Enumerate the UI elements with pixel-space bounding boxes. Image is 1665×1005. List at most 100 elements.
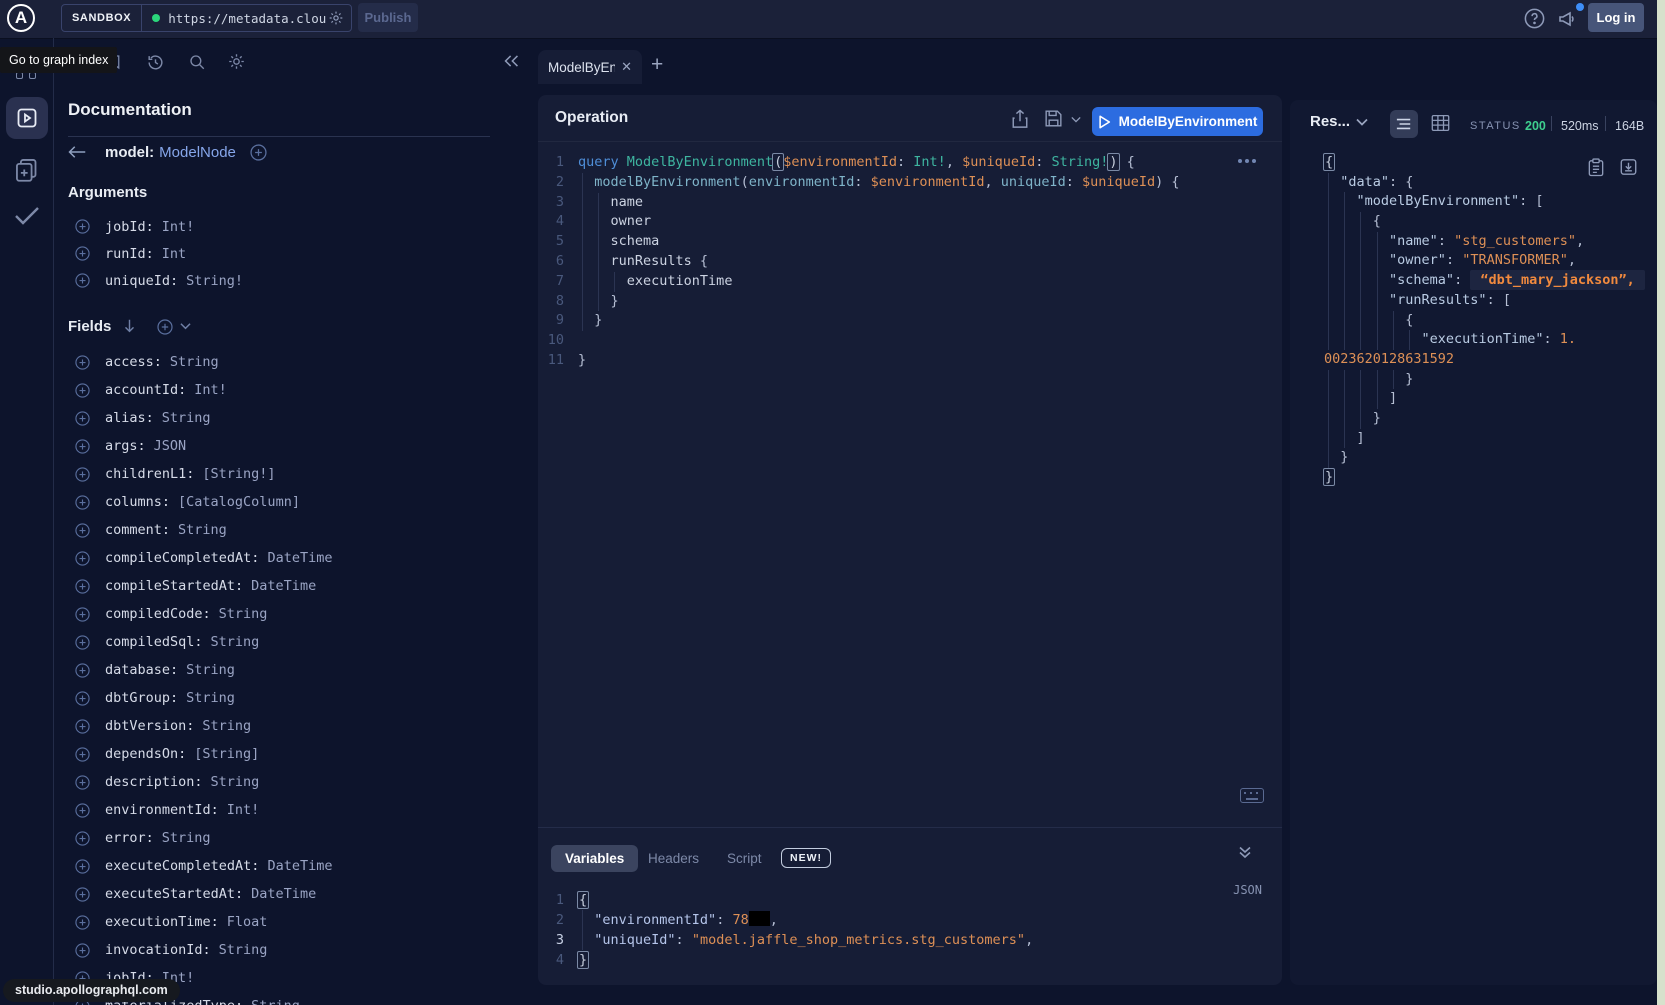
- code-line[interactable]: 1query ModelByEnvironment($environmentId…: [538, 153, 1180, 173]
- settings-gear-icon[interactable]: [227, 52, 246, 71]
- doc-field-row[interactable]: accountId:Int!: [54, 376, 524, 404]
- keyboard-shortcuts-icon[interactable]: [1240, 788, 1264, 803]
- tab-variables[interactable]: Variables: [551, 845, 638, 872]
- login-button[interactable]: Log in: [1588, 3, 1644, 32]
- add-field-icon[interactable]: [75, 859, 90, 874]
- add-field-icon[interactable]: [75, 719, 90, 734]
- close-tab-icon[interactable]: ✕: [621, 59, 632, 75]
- doc-field-row[interactable]: alias:String: [54, 404, 524, 432]
- back-arrow-icon[interactable]: [68, 145, 86, 159]
- search-icon[interactable]: [188, 53, 206, 71]
- add-field-icon[interactable]: [75, 887, 90, 902]
- doc-field-row[interactable]: compiledCode:String: [54, 600, 524, 628]
- add-field-icon[interactable]: [75, 411, 90, 426]
- code-line[interactable]: {: [1324, 311, 1645, 331]
- add-type-icon[interactable]: [250, 144, 267, 161]
- tab-headers[interactable]: Headers: [648, 845, 699, 872]
- code-line[interactable]: {: [1324, 153, 1645, 173]
- field-type[interactable]: Int!: [227, 802, 260, 818]
- code-line[interactable]: 1{: [538, 890, 1033, 910]
- field-type[interactable]: String: [186, 662, 235, 678]
- code-line[interactable]: 8 }: [538, 292, 1180, 312]
- code-line[interactable]: }: [1324, 448, 1645, 468]
- field-type[interactable]: String: [170, 354, 219, 370]
- field-type[interactable]: String: [162, 410, 211, 426]
- doc-field-row[interactable]: access:String: [54, 348, 524, 376]
- code-line[interactable]: 4 owner: [538, 212, 1180, 232]
- history-icon[interactable]: [146, 53, 165, 72]
- graph-index-icon[interactable]: [14, 72, 38, 80]
- doc-field-row[interactable]: compiledSql:String: [54, 628, 524, 656]
- code-line[interactable]: 7 executionTime: [538, 272, 1180, 292]
- add-field-icon[interactable]: [75, 246, 90, 261]
- collapse-variables-icon[interactable]: [1238, 845, 1252, 859]
- doc-field-row[interactable]: dbtGroup:String: [54, 684, 524, 712]
- operation-editor[interactable]: 1query ModelByEnvironment($environmentId…: [538, 153, 1180, 371]
- code-line[interactable]: }: [1324, 370, 1645, 390]
- field-type[interactable]: DateTime: [267, 858, 332, 874]
- doc-field-row[interactable]: invocationId:String: [54, 936, 524, 964]
- code-line[interactable]: "name": "stg_customers",: [1324, 232, 1645, 252]
- doc-field-row[interactable]: uniqueId:String!: [54, 267, 524, 294]
- add-field-icon[interactable]: [75, 775, 90, 790]
- add-fields-chevron-icon[interactable]: [180, 322, 191, 330]
- code-line[interactable]: "owner": "TRANSFORMER",: [1324, 251, 1645, 271]
- add-field-icon[interactable]: [75, 467, 90, 482]
- field-type[interactable]: String: [219, 942, 268, 958]
- code-line[interactable]: 4}: [538, 950, 1033, 970]
- code-line[interactable]: "schema": “dbt_mary_jackson”,: [1324, 271, 1645, 291]
- collapse-sidebar-icon[interactable]: [503, 53, 520, 69]
- code-line[interactable]: }: [1324, 409, 1645, 429]
- doc-field-row[interactable]: executeStartedAt:DateTime: [54, 880, 524, 908]
- field-type[interactable]: JSON: [154, 438, 187, 454]
- field-type[interactable]: String: [162, 830, 211, 846]
- field-type[interactable]: String!: [186, 273, 243, 289]
- code-line[interactable]: "runResults": [: [1324, 291, 1645, 311]
- add-field-icon[interactable]: [75, 747, 90, 762]
- checklist-nav-item[interactable]: [12, 203, 42, 229]
- response-viewer[interactable]: { "data": { "modelByEnvironment": [ { "n…: [1324, 153, 1645, 488]
- doc-field-row[interactable]: runId:Int: [54, 240, 524, 267]
- field-type[interactable]: Int: [162, 246, 186, 262]
- share-operation-icon[interactable]: [1011, 109, 1029, 129]
- add-field-icon[interactable]: [75, 803, 90, 818]
- connection-settings-gear-icon[interactable]: [328, 10, 344, 26]
- code-line[interactable]: 9 }: [538, 311, 1180, 331]
- add-field-icon[interactable]: [75, 523, 90, 538]
- response-table-view-icon[interactable]: [1431, 114, 1450, 132]
- sort-fields-icon[interactable]: [122, 318, 137, 334]
- publish-button[interactable]: Publish: [358, 3, 418, 32]
- field-type[interactable]: String: [186, 690, 235, 706]
- response-dropdown-chevron-icon[interactable]: [1356, 118, 1368, 126]
- code-line[interactable]: 10: [538, 331, 1180, 351]
- field-type[interactable]: DateTime: [267, 550, 332, 566]
- add-field-icon[interactable]: [75, 635, 90, 650]
- save-operation-icon[interactable]: [1044, 109, 1063, 128]
- field-type[interactable]: Int!: [194, 382, 227, 398]
- tab-script[interactable]: Script: [727, 845, 762, 872]
- doc-field-row[interactable]: dbtVersion:String: [54, 712, 524, 740]
- add-field-icon[interactable]: [75, 579, 90, 594]
- collections-nav-item[interactable]: [13, 156, 40, 183]
- variables-editor[interactable]: 1{2 "environmentId": 78,3 "uniqueId": "m…: [538, 890, 1033, 970]
- add-field-icon[interactable]: [75, 943, 90, 958]
- doc-field-row[interactable]: comment:String: [54, 516, 524, 544]
- field-type[interactable]: DateTime: [251, 578, 316, 594]
- doc-field-row[interactable]: executeCompletedAt:DateTime: [54, 852, 524, 880]
- add-field-icon[interactable]: [75, 273, 90, 288]
- add-field-icon[interactable]: [75, 439, 90, 454]
- field-type[interactable]: String: [211, 634, 260, 650]
- help-icon[interactable]: [1523, 7, 1546, 30]
- doc-field-row[interactable]: compileCompletedAt:DateTime: [54, 544, 524, 572]
- doc-field-row[interactable]: error:String: [54, 824, 524, 852]
- field-type[interactable]: String: [178, 522, 227, 538]
- field-type[interactable]: Float: [227, 914, 268, 930]
- code-line[interactable]: 2 "environmentId": 78,: [538, 910, 1033, 930]
- doc-field-row[interactable]: database:String: [54, 656, 524, 684]
- add-field-icon[interactable]: [75, 915, 90, 930]
- save-dropdown-chevron-icon[interactable]: [1071, 116, 1081, 123]
- run-operation-button[interactable]: ModelByEnvironment: [1092, 107, 1263, 136]
- add-field-icon[interactable]: [75, 831, 90, 846]
- doc-field-row[interactable]: childrenL1:[String!]: [54, 460, 524, 488]
- doc-field-row[interactable]: dependsOn:[String]: [54, 740, 524, 768]
